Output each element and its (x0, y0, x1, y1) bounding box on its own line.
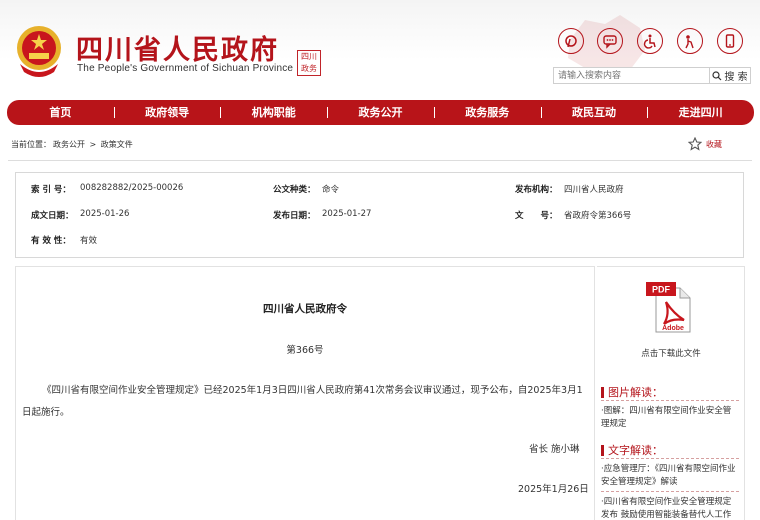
breadcrumb-label: 当前位置： (11, 140, 51, 149)
favorite-label: 收藏 (706, 139, 722, 149)
svg-text:PDF: PDF (652, 285, 671, 295)
pdf-download-link[interactable]: 点击下载此文件 (597, 347, 745, 359)
document-signer: 省长 施小琳 (529, 444, 580, 455)
site-subtitle: The People's Government of Sichuan Provi… (77, 63, 294, 74)
national-emblem-icon[interactable] (14, 24, 64, 78)
nav-item-interaction[interactable]: 政民互动 (540, 100, 648, 125)
breadcrumb-separator: > (89, 140, 97, 149)
nav-item-functions[interactable]: 机构职能 (220, 100, 327, 125)
nav-item-home[interactable]: 首页 (7, 100, 114, 125)
section-divider (601, 491, 739, 492)
accessibility-icon[interactable] (637, 28, 663, 54)
svg-text:Adobe: Adobe (662, 325, 684, 332)
meta-type-value: 命令 (322, 185, 340, 195)
breadcrumb-item[interactable]: 政务公开 (53, 140, 85, 149)
chat-icon[interactable] (597, 28, 623, 54)
mobile-icon[interactable] (717, 28, 743, 54)
search-icon (712, 70, 722, 80)
section-divider (601, 458, 739, 459)
meta-validity-key: 有 效 性： (31, 236, 71, 246)
divider (8, 160, 752, 161)
meta-index-value: 008282882/2025-00026 (80, 183, 184, 193)
document-date: 2025年1月26日 (518, 484, 589, 495)
nav-item-public-affairs[interactable]: 政务公开 (327, 100, 434, 125)
seal-logo: 四川 政务 (297, 50, 321, 76)
site-title[interactable]: 四川省人民政府 (76, 28, 279, 67)
image-interpretation-title: 图片解读： (608, 386, 663, 399)
image-interpretation-heading: 图片解读： (601, 384, 663, 400)
text-interpretation-title: 文字解读： (608, 444, 663, 457)
breadcrumb: 当前位置： 政务公开 > 政策文件 (11, 139, 135, 150)
nav-item-leaders[interactable]: 政府领导 (113, 100, 221, 125)
meta-validity-value: 有效 (80, 236, 98, 246)
meta-type-key: 公文种类： (273, 185, 316, 195)
favorite-button[interactable]: 收藏 (688, 137, 722, 151)
elder-mode-icon[interactable] (677, 28, 703, 54)
meta-published-key: 发布日期： (273, 211, 316, 221)
nav-item-sichuan[interactable]: 走进四川 (647, 100, 754, 125)
star-icon (688, 137, 702, 151)
meta-created-value: 2025-01-26 (80, 209, 130, 219)
meta-docno-value: 省政府令第366号 (564, 211, 632, 221)
search-button[interactable]: 搜 索 (710, 67, 751, 84)
weibo-icon[interactable] (558, 28, 584, 54)
search-input[interactable] (553, 67, 710, 84)
meta-issuer-value: 四川省人民政府 (564, 185, 624, 195)
meta-created-key: 成文日期： (31, 211, 74, 221)
nav-item-services[interactable]: 政务服务 (433, 100, 541, 125)
document-number: 第366号 (286, 345, 324, 356)
breadcrumb-item[interactable]: 政策文件 (101, 140, 133, 149)
document-title: 四川省人民政府令 (263, 303, 347, 315)
text-interpretation-link[interactable]: ·应急管理厅：《四川省有限空间作业安全管理规定》解读 (601, 463, 739, 489)
search-button-label: 搜 索 (724, 72, 748, 83)
meta-docno-key: 文 号： (515, 211, 558, 221)
meta-published-value: 2025-01-27 (322, 209, 372, 219)
main-nav: 首页 政府领导 机构职能 政务公开 政务服务 政民互动 走进四川 (7, 100, 754, 125)
section-divider (601, 400, 739, 401)
meta-issuer-key: 发布机构： (515, 185, 558, 195)
pdf-download-icon[interactable]: PDF Adobe (644, 280, 694, 335)
text-interpretation-heading: 文字解读： (601, 442, 663, 458)
text-interpretation-link[interactable]: ·四川省有限空间作业安全管理规定发布 鼓励使用智能装备替代人工作业 (601, 496, 739, 520)
document-body: 《四川省有限空间作业安全管理规定》已经2025年1月3日四川省人民政府第41次常… (22, 385, 583, 418)
image-interpretation-link[interactable]: ·图解：四川省有限空间作业安全管理规定 (601, 405, 739, 431)
meta-index-key: 索 引 号： (31, 185, 71, 195)
